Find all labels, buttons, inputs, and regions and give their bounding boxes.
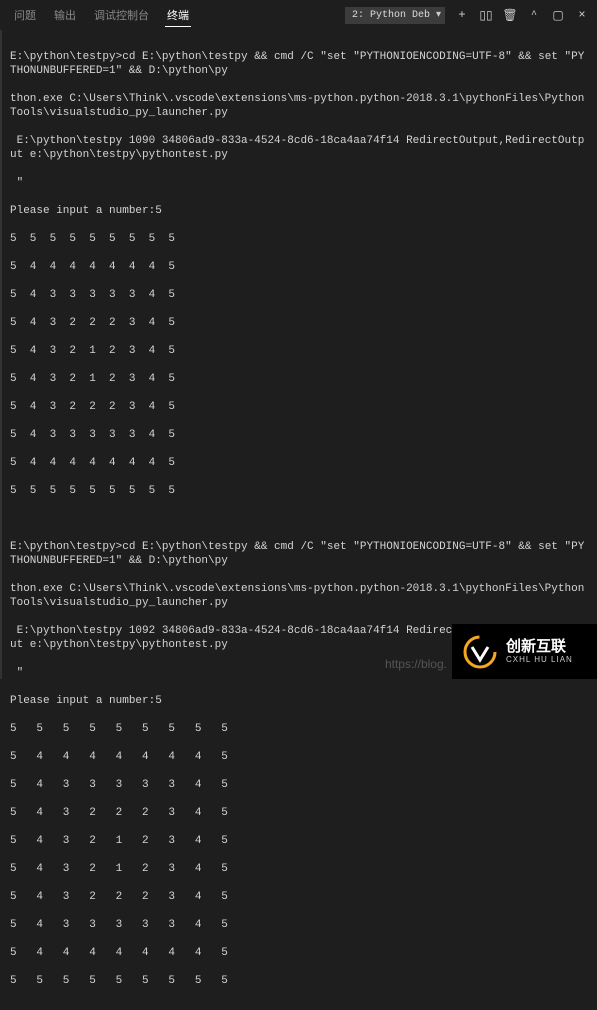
output-row: 5 4 3 2 1 2 3 4 5 xyxy=(10,834,589,848)
output-row xyxy=(10,414,589,428)
output-row xyxy=(10,960,589,974)
output-row: 5 4 3 2 2 2 3 4 5 xyxy=(10,890,589,904)
command-line-2: E:\python\testpy>cd E:\python\testpy && … xyxy=(10,540,589,568)
output-row xyxy=(10,792,589,806)
output-row xyxy=(10,386,589,400)
output-row: 5 4 4 4 4 4 4 4 5 xyxy=(10,260,589,274)
output-row: 5 4 4 4 4 4 4 4 5 xyxy=(10,946,589,960)
output-row: 5 5 5 5 5 5 5 5 5 xyxy=(10,484,589,498)
command-line-1d: " xyxy=(10,176,589,190)
output-row: 5 5 5 5 5 5 5 5 5 xyxy=(10,722,589,736)
output-row: 5 4 3 2 1 2 3 4 5 xyxy=(10,862,589,876)
terminal-output[interactable]: E:\python\testpy>cd E:\python\testpy && … xyxy=(0,30,597,1010)
brand-title: 创新互联 xyxy=(506,639,573,655)
plus-icon[interactable]: + xyxy=(455,8,469,22)
maximize-panel-icon[interactable]: ▢ xyxy=(551,8,565,22)
output-row xyxy=(10,876,589,890)
terminal-picker[interactable]: 2: Python Deb xyxy=(345,7,445,24)
output-row xyxy=(10,764,589,778)
output-row xyxy=(10,848,589,862)
output-row: 5 4 3 3 3 3 3 4 5 xyxy=(10,288,589,302)
maximize-icon[interactable]: ^ xyxy=(527,8,541,22)
output-row: 5 4 3 2 1 2 3 4 5 xyxy=(10,372,589,386)
close-panel-icon[interactable]: × xyxy=(575,8,589,22)
prompt-2: Please input a number:5 xyxy=(10,694,589,708)
panel-tabbar: 问题 输出 调试控制台 终端 2: Python Deb + ▯▯ 🗑 ^ ▢ … xyxy=(0,0,597,30)
tab-terminal[interactable]: 终端 xyxy=(165,3,191,27)
output-row: 5 5 5 5 5 5 5 5 5 xyxy=(10,974,589,988)
output-row xyxy=(10,470,589,484)
prompt-1: Please input a number:5 xyxy=(10,204,589,218)
output-row: 5 4 3 2 2 2 3 4 5 xyxy=(10,316,589,330)
trash-icon[interactable]: 🗑 xyxy=(503,8,517,22)
output-row: 5 4 4 4 4 4 4 4 5 xyxy=(10,750,589,764)
output-row: 5 5 5 5 5 5 5 5 5 xyxy=(10,232,589,246)
brand-logo: 创新互联 CXHL HU LIAN xyxy=(452,624,597,679)
command-line-1: E:\python\testpy>cd E:\python\testpy && … xyxy=(10,50,589,78)
command-line-1c: E:\python\testpy 1090 34806ad9-833a-4524… xyxy=(10,134,589,162)
output-row: 5 4 3 2 2 2 3 4 5 xyxy=(10,400,589,414)
output-row xyxy=(10,820,589,834)
output-row xyxy=(10,904,589,918)
output-row xyxy=(10,932,589,946)
output-row: 5 4 3 3 3 3 3 4 5 xyxy=(10,428,589,442)
brand-subtitle: CXHL HU LIAN xyxy=(506,655,573,664)
output-row xyxy=(10,736,589,750)
output-row xyxy=(10,330,589,344)
tab-debug-console[interactable]: 调试控制台 xyxy=(92,3,151,27)
watermark-text: https://blog. xyxy=(385,657,447,671)
output-row xyxy=(10,442,589,456)
brand-mark-icon xyxy=(460,632,500,672)
output-row: 5 4 3 3 3 3 3 4 5 xyxy=(10,918,589,932)
output-row: 5 4 3 2 1 2 3 4 5 xyxy=(10,344,589,358)
output-row: 5 4 3 2 2 2 3 4 5 xyxy=(10,806,589,820)
tab-problems[interactable]: 问题 xyxy=(12,3,38,27)
split-terminal-icon[interactable]: ▯▯ xyxy=(479,8,493,22)
output-row xyxy=(10,358,589,372)
output-row xyxy=(10,302,589,316)
output-row xyxy=(10,274,589,288)
tab-output[interactable]: 输出 xyxy=(52,3,78,27)
output-row: 5 4 3 3 3 3 3 4 5 xyxy=(10,778,589,792)
command-line-1b: thon.exe C:\Users\Think\.vscode\extensio… xyxy=(10,92,589,120)
command-line-2b: thon.exe C:\Users\Think\.vscode\extensio… xyxy=(10,582,589,610)
output-row xyxy=(10,246,589,260)
output-row: 5 4 4 4 4 4 4 4 5 xyxy=(10,456,589,470)
